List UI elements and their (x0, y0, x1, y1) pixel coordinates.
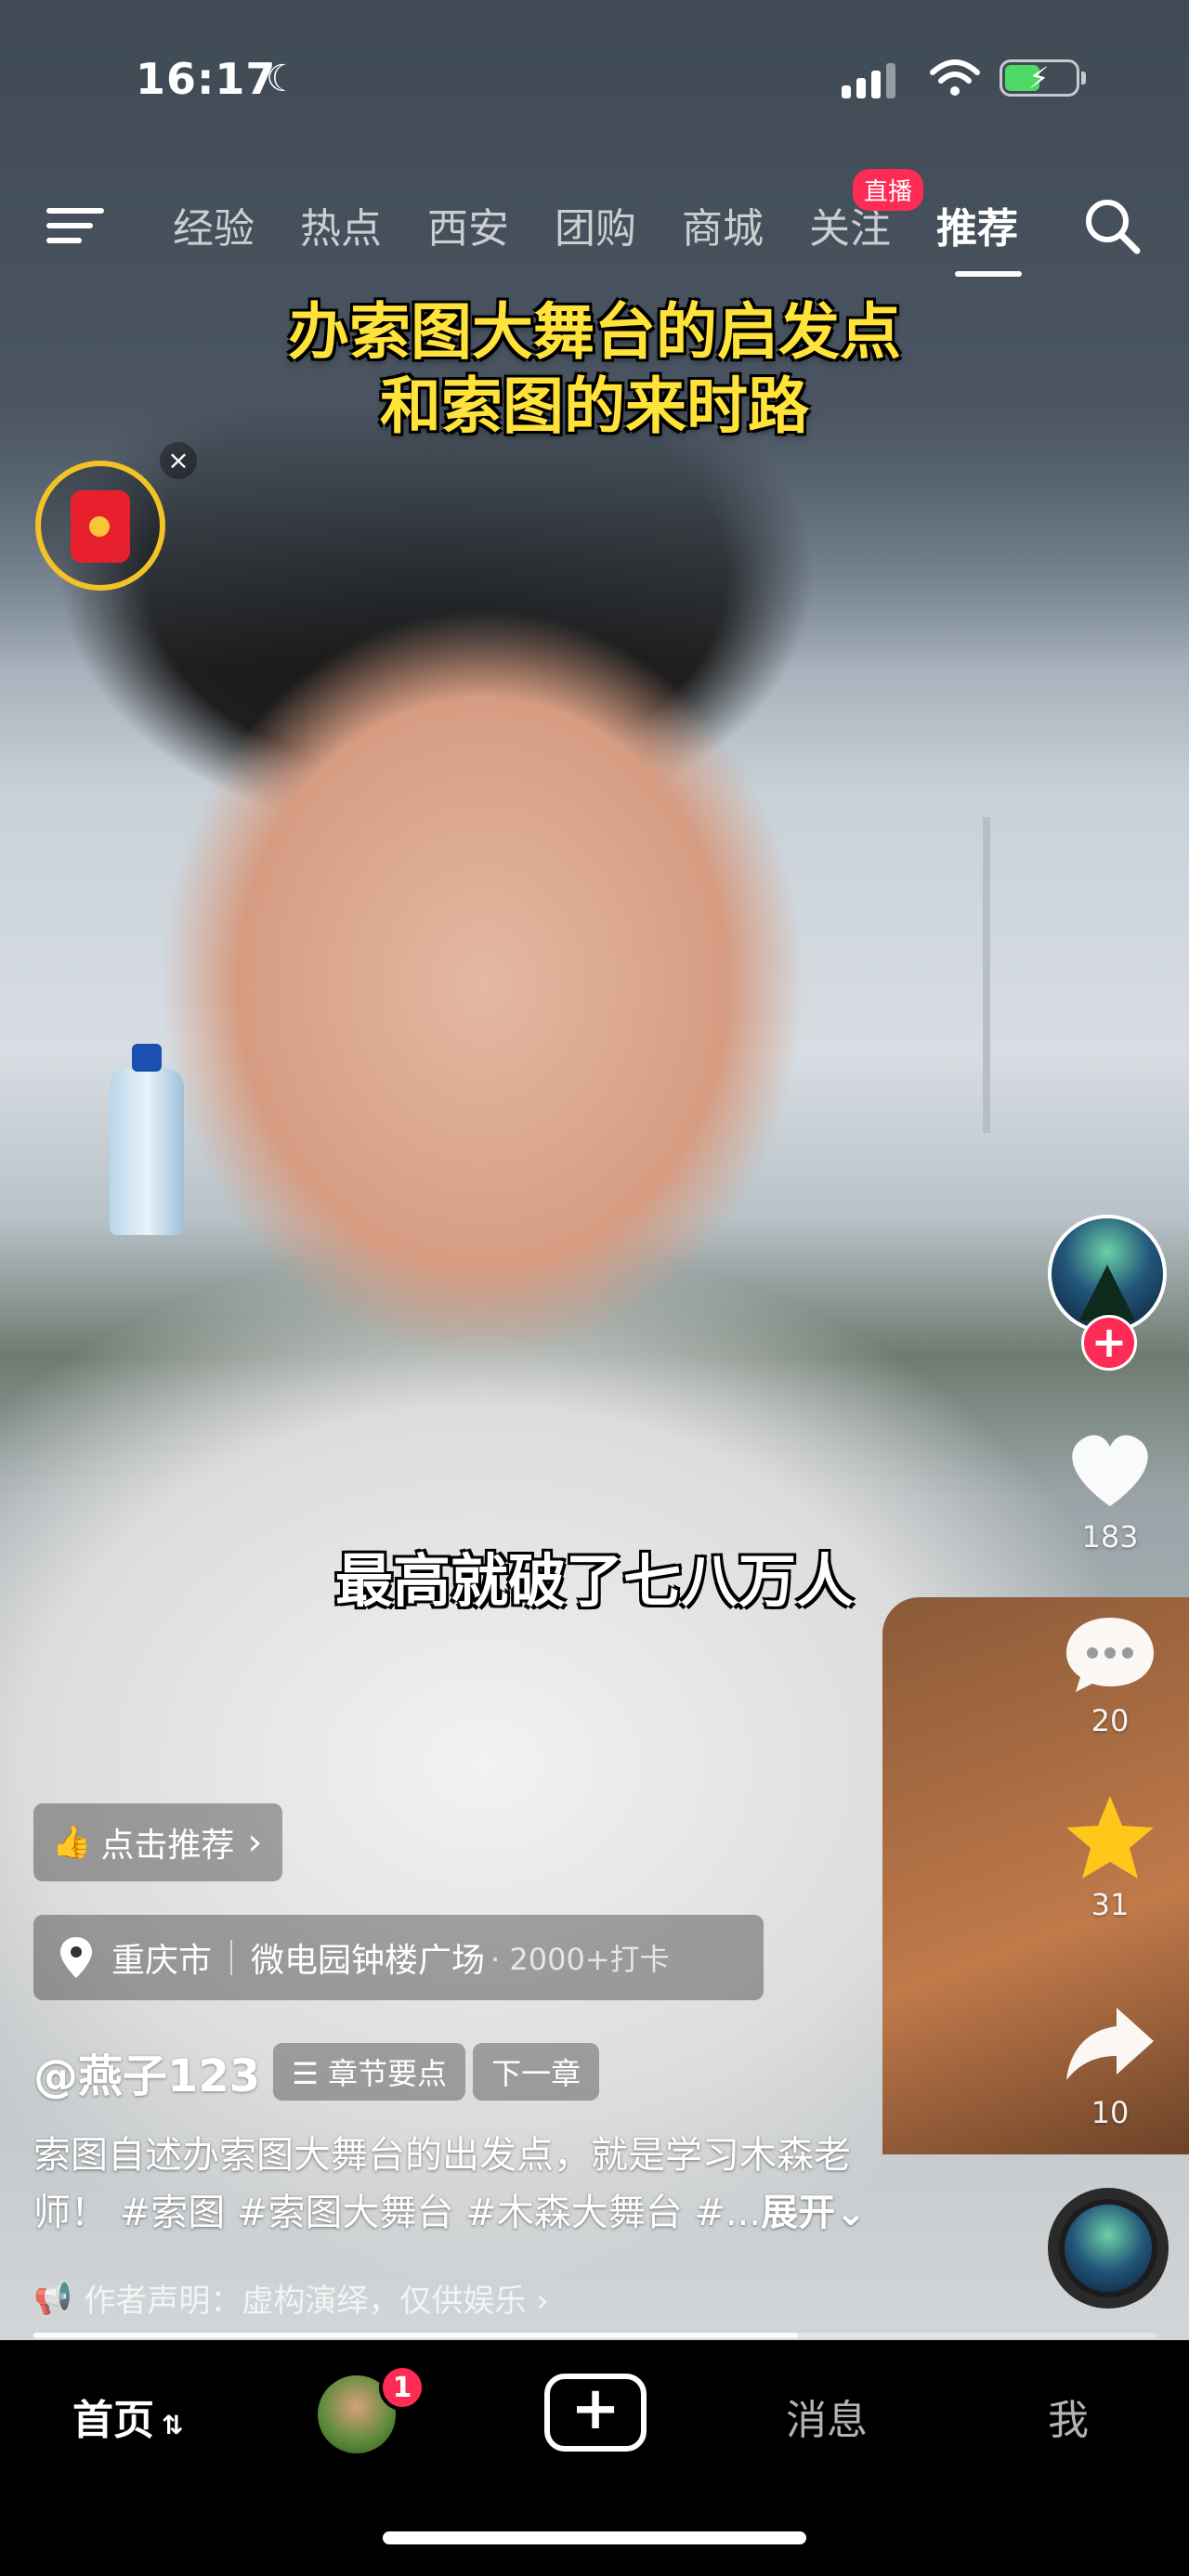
description-line-1: 索图自述办索图大舞台的出发点，就是学习木森老 (33, 2134, 851, 2177)
tab-group-buy[interactable]: 团购 (555, 195, 682, 254)
home-label: 首页 (72, 2397, 154, 2444)
megaphone-icon: 📢 (33, 2279, 73, 2317)
headline-line-2: 和索图的来时路 (380, 371, 809, 442)
recommend-button[interactable]: 👍 点击推荐 › (33, 1803, 283, 1881)
recommend-label: 点击推荐 (100, 1827, 235, 1865)
like-button[interactable]: 183 (1031, 1423, 1189, 1555)
tab-me[interactable]: 我 (1048, 2387, 1089, 2446)
status-bar: 16:17 ☾ ⚡ (0, 0, 1189, 158)
favorite-count: 31 (1091, 1887, 1130, 1922)
expand-description-button[interactable]: 展开⌄ (761, 2192, 867, 2234)
share-button[interactable]: 10 (1031, 1998, 1189, 2130)
tab-messages[interactable]: 消息 (786, 2387, 868, 2446)
switch-feed-icon: ⇅ (162, 2410, 184, 2440)
star-icon (1066, 1796, 1154, 1879)
favorite-button[interactable]: 31 (1031, 1790, 1189, 1922)
friends-notification-badge: 1 (379, 2364, 425, 2411)
tab-experience[interactable]: 经验 (173, 195, 300, 254)
red-packet-icon (71, 490, 130, 563)
playback-progress-fill (33, 2333, 798, 2338)
video-background-pole (983, 817, 990, 1133)
follow-button[interactable]: + (1081, 1315, 1137, 1371)
video-description[interactable]: 索图自述办索图大舞台的出发点，就是学习木森老 师！ #索图 #索图大舞台 #木森… (33, 2127, 962, 2242)
location-place: 微电园钟楼广场 (251, 1942, 486, 1980)
chevron-right-icon: › (247, 1821, 263, 1864)
share-count: 10 (1091, 2095, 1130, 2130)
description-line-2: 师！ #索图 #索图大舞台 #木森大舞台 #... (33, 2192, 762, 2234)
search-icon[interactable] (1079, 193, 1144, 258)
video-headline: 办索图大舞台的启发点 和索图的来时路 (0, 295, 1189, 444)
location-divider (230, 1940, 233, 1975)
battery-icon: ⚡ (1000, 59, 1086, 97)
location-checkins: · 2000+打卡 (490, 1942, 670, 1977)
comment-button[interactable]: 20 (1031, 1607, 1189, 1738)
like-count: 183 (1081, 1519, 1139, 1555)
tab-xian[interactable]: 西安 (427, 195, 555, 254)
video-subtitle: 最高就破了七八万人 (334, 1547, 854, 1615)
comment-count: 20 (1091, 1703, 1130, 1738)
location-tag[interactable]: 重庆市 微电园钟楼广场 · 2000+打卡 (33, 1915, 764, 2000)
focus-moon-icon: ☾ (266, 58, 299, 100)
comment-icon (1066, 1618, 1154, 1692)
author-disclaimer[interactable]: 📢 作者声明：虚构演绎，仅供娱乐 › (33, 2275, 549, 2321)
tab-home[interactable]: 首页 ⇅ (72, 2387, 183, 2446)
video-background-bottle (110, 1044, 184, 1235)
home-indicator (383, 2531, 806, 2544)
create-post-button[interactable]: + (544, 2374, 647, 2452)
next-chapter-button[interactable]: 下一章 (473, 2043, 600, 2101)
status-time: 16:17 (136, 54, 277, 104)
author-row: @燕子123 ☰ 章节要点 下一章 (33, 2039, 600, 2104)
heart-icon (1072, 1435, 1148, 1506)
tab-recommended[interactable]: 推荐 (936, 195, 1064, 277)
headline-line-1: 办索图大舞台的启发点 (288, 296, 901, 368)
thumbs-up-icon: 👍 (52, 1824, 92, 1861)
top-navigation: 经验 热点 西安 团购 商城 关注 推荐 直播 (0, 169, 1189, 279)
music-disc[interactable] (1048, 2188, 1169, 2309)
playback-progress-bar[interactable] (33, 2333, 1157, 2338)
red-packet-close-icon[interactable]: × (160, 442, 197, 479)
live-badge[interactable]: 直播 (853, 169, 924, 211)
tab-mall[interactable]: 商城 (682, 195, 809, 254)
menu-icon[interactable] (46, 202, 104, 247)
disclaimer-text: 作者声明：虚构演绎，仅供娱乐 › (84, 2283, 549, 2320)
tab-trending[interactable]: 热点 (300, 195, 427, 254)
location-pin-icon (60, 1937, 92, 1978)
author-handle[interactable]: @燕子123 (33, 2039, 260, 2104)
chapter-highlights-button[interactable]: ☰ 章节要点 (273, 2043, 466, 2101)
cellular-signal-icon (842, 61, 895, 98)
location-city: 重庆市 (111, 1942, 213, 1980)
share-arrow-icon (1066, 2008, 1154, 2080)
feed-tabs: 经验 热点 西安 团购 商城 关注 推荐 (173, 195, 1064, 277)
red-packet-button[interactable] (35, 461, 165, 591)
wifi-icon (930, 59, 980, 96)
